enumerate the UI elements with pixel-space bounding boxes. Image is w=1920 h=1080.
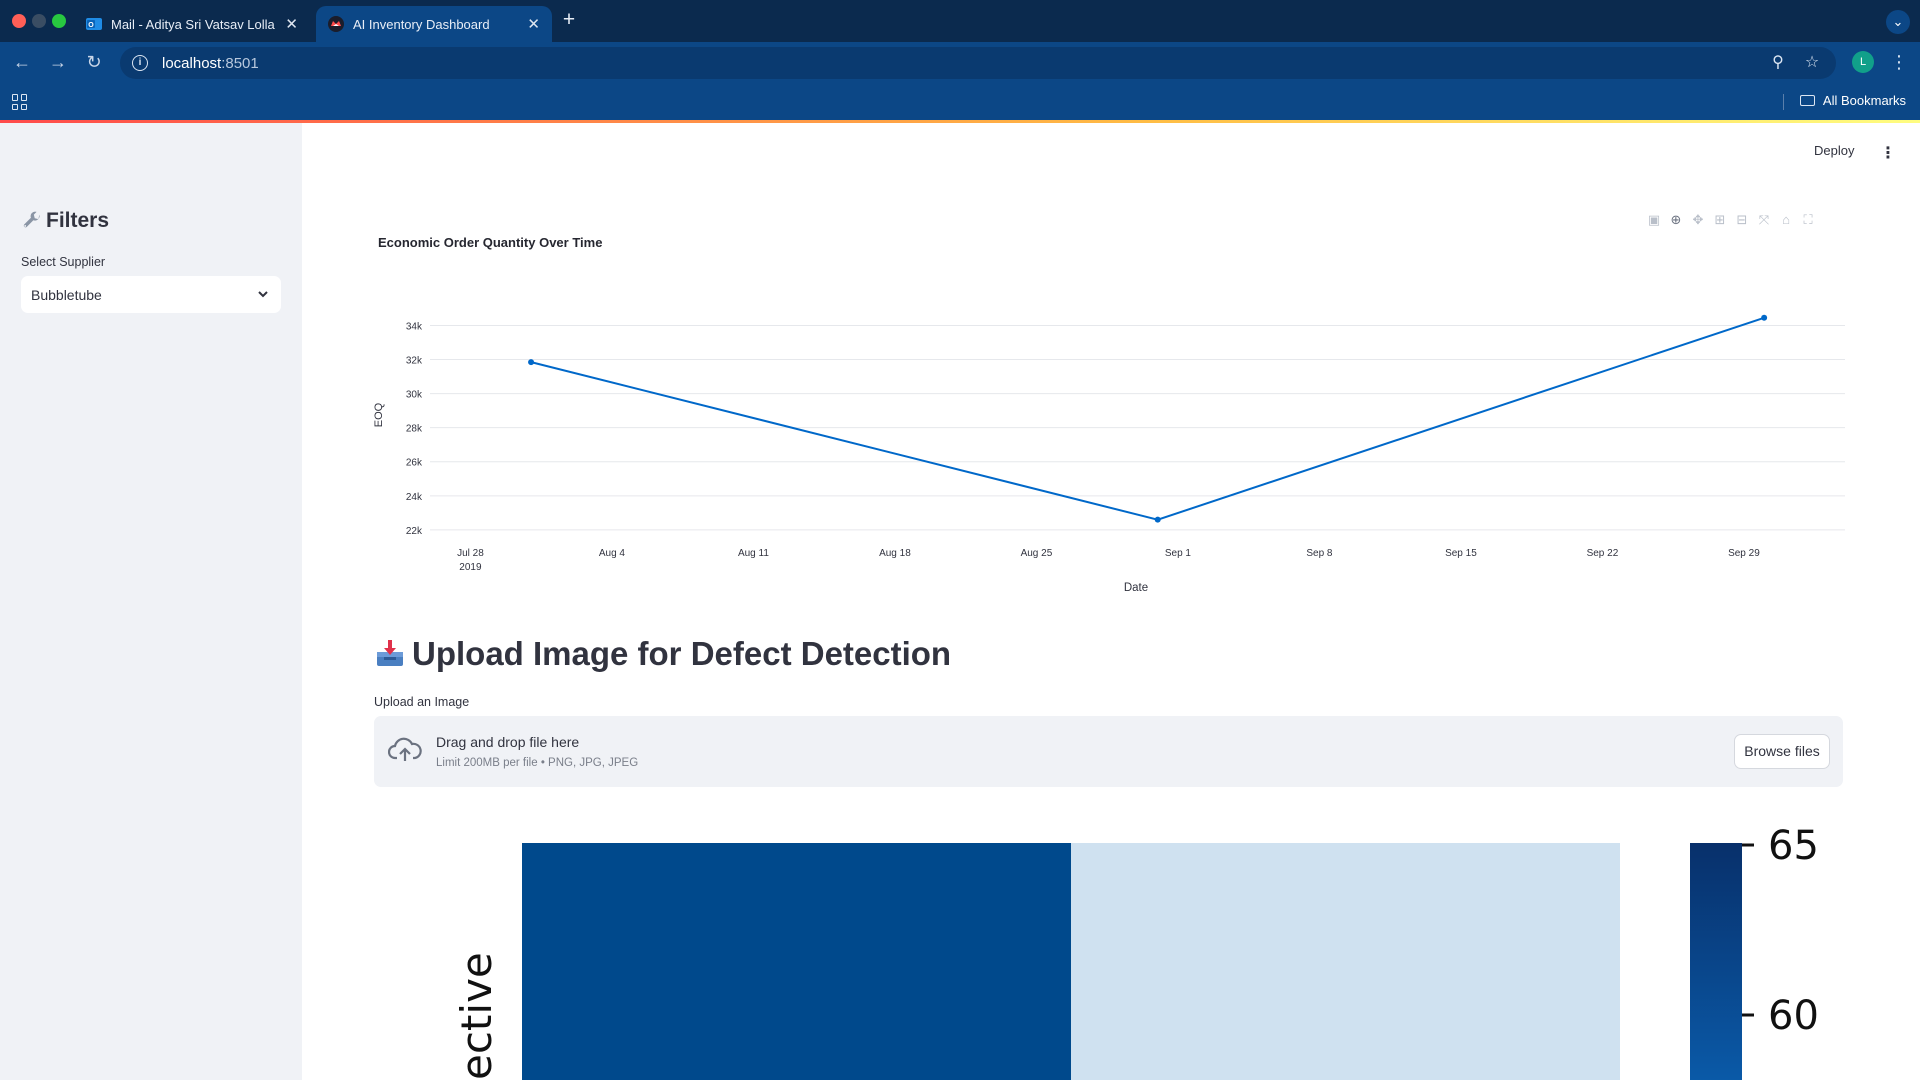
dropzone-limit: Limit 200MB per file • PNG, JPG, JPEG (436, 757, 639, 769)
y-tick-label: 32k (406, 356, 423, 367)
x-tick-label: Sep 29 (1728, 548, 1760, 559)
series-line (530, 316, 1765, 521)
x-tick-label: Jul 28 (457, 548, 484, 559)
streamlit-icon (328, 16, 344, 32)
x-tick-label: 2019 (459, 562, 482, 573)
x-tick-label: Aug 18 (879, 548, 911, 559)
eoq-line-chart[interactable]: 22k 24k 26k 28k 30k 32k 34k Jul 28 2019 Aug 4 Aug… (370, 285, 1850, 605)
dropzone-instructions: Drag and drop file here (436, 734, 580, 750)
colorbar-tick-label: 60 (1768, 993, 1819, 1039)
close-window-button[interactable] (12, 14, 26, 28)
supplier-select-value: Bubbletube (31, 286, 102, 303)
autoscale-icon[interactable]: ⤧ (1756, 212, 1772, 228)
x-tick-label: Aug 11 (738, 548, 769, 559)
heatmap-y-label: ective (452, 952, 501, 1080)
x-tick-label: Sep 15 (1445, 548, 1477, 559)
colorbar-tick-label: 65 (1768, 823, 1819, 869)
y-tick-label: 30k (406, 390, 423, 401)
chevron-down-icon (258, 291, 268, 298)
tab-title: AI Inventory Dashboard (353, 16, 490, 32)
y-tick-label: 26k (406, 458, 423, 469)
zoom-icon[interactable]: ⚲ (1768, 53, 1788, 73)
x-tick-label: Sep 1 (1165, 548, 1192, 559)
site-info-icon[interactable]: i (132, 55, 148, 71)
browser-menu-icon[interactable]: ⋮ (1890, 51, 1908, 73)
close-tab-icon[interactable]: ✕ (527, 15, 540, 33)
y-axis-label: EOQ (373, 402, 385, 427)
x-tick-label: Aug 25 (1021, 548, 1053, 559)
bookmark-star-icon[interactable]: ☆ (1802, 53, 1822, 73)
url-host: localhost (162, 54, 222, 72)
upload-label: Upload an Image (374, 695, 470, 709)
x-tick-label: Aug 4 (599, 548, 626, 559)
back-button[interactable]: ← (10, 50, 34, 74)
heatmap-cell (1071, 843, 1620, 1080)
profile-avatar[interactable]: L (1852, 51, 1874, 73)
zoom-out-icon[interactable]: ⊟ (1734, 212, 1750, 228)
zoom-window-button[interactable] (52, 14, 66, 28)
file-dropzone[interactable]: Drag and drop file here Limit 200MB per … (374, 716, 1843, 787)
data-point[interactable] (1761, 314, 1768, 321)
wrench-icon (23, 211, 40, 228)
inbox-tray-icon (377, 640, 403, 666)
bookmarks-bar: All Bookmarks (0, 82, 1920, 122)
deploy-button[interactable]: Deploy (1814, 143, 1854, 158)
data-point[interactable] (528, 359, 535, 366)
y-tick-label: 24k (406, 492, 423, 503)
zoom-icon[interactable]: ⊕ (1668, 212, 1684, 228)
outlook-icon: O (86, 18, 102, 30)
minimize-window-button[interactable] (32, 14, 46, 28)
y-tick-label: 34k (406, 321, 423, 332)
app-main-menu-icon[interactable]: ⋮ (1880, 143, 1896, 163)
url-port: :8501 (221, 54, 259, 72)
address-bar[interactable]: i localhost:8501 ⚲ ☆ (120, 47, 1836, 79)
camera-icon[interactable]: ▣ (1646, 212, 1662, 228)
supplier-select[interactable]: Bubbletube (21, 276, 281, 313)
tab-ai-inventory-dashboard[interactable]: AI Inventory Dashboard ✕ (316, 6, 552, 42)
all-bookmarks-button[interactable]: All Bookmarks (1799, 93, 1906, 108)
pan-icon[interactable]: ✥ (1690, 212, 1706, 228)
browse-files-button[interactable]: Browse files (1734, 734, 1830, 769)
chart-modebar: ▣ ⊕ ✥ ⊞ ⊟ ⤧ ⌂ ⛶ (1646, 212, 1816, 230)
colorbar (1690, 843, 1742, 1080)
y-tick-label: 28k (406, 424, 423, 435)
x-axis-label: Date (1124, 582, 1148, 594)
close-tab-icon[interactable]: ✕ (285, 15, 298, 33)
upload-section-title-text: Upload Image for Defect Detection (412, 635, 952, 672)
browser-tab-strip: O Mail - Aditya Sri Vatsav Lolla ✕ AI In… (0, 0, 1920, 42)
cloud-upload-icon (388, 737, 422, 761)
home-icon[interactable]: ⌂ (1778, 212, 1794, 228)
supplier-select-label: Select Supplier (21, 255, 106, 269)
sidebar-title: Filters (21, 209, 109, 233)
forward-button[interactable]: → (46, 50, 70, 74)
tab-title: Mail - Aditya Sri Vatsav Lolla (111, 16, 275, 32)
sidebar-title-text: Filters (46, 209, 110, 232)
bookmarks-divider (1783, 94, 1784, 110)
apps-grid-icon[interactable] (12, 94, 28, 110)
reload-button[interactable]: ↻ (82, 50, 106, 74)
y-tick-label: 22k (406, 526, 423, 537)
chart-title: Economic Order Quantity Over Time (378, 235, 603, 250)
fullscreen-icon[interactable]: ⛶ (1800, 212, 1816, 228)
tab-search-button[interactable]: ⌄ (1886, 10, 1910, 34)
x-tick-label: Sep 8 (1306, 548, 1333, 559)
data-point[interactable] (1154, 516, 1161, 523)
all-bookmarks-label: All Bookmarks (1822, 93, 1906, 108)
zoom-in-icon[interactable]: ⊞ (1712, 212, 1728, 228)
tab-mail[interactable]: O Mail - Aditya Sri Vatsav Lolla ✕ (74, 6, 310, 42)
defect-heatmap: ective 65 60 (452, 823, 1819, 1080)
upload-section-title: Upload Image for Defect Detection (374, 635, 951, 673)
new-tab-button[interactable]: + (558, 9, 580, 31)
browser-toolbar: ← → ↻ i localhost:8501 ⚲ ☆ L ⋮ (0, 42, 1920, 82)
x-tick-label: Sep 22 (1587, 548, 1619, 559)
folder-icon (1799, 95, 1815, 106)
svg-text:O: O (88, 22, 94, 29)
heatmap-cell (522, 843, 1071, 1080)
